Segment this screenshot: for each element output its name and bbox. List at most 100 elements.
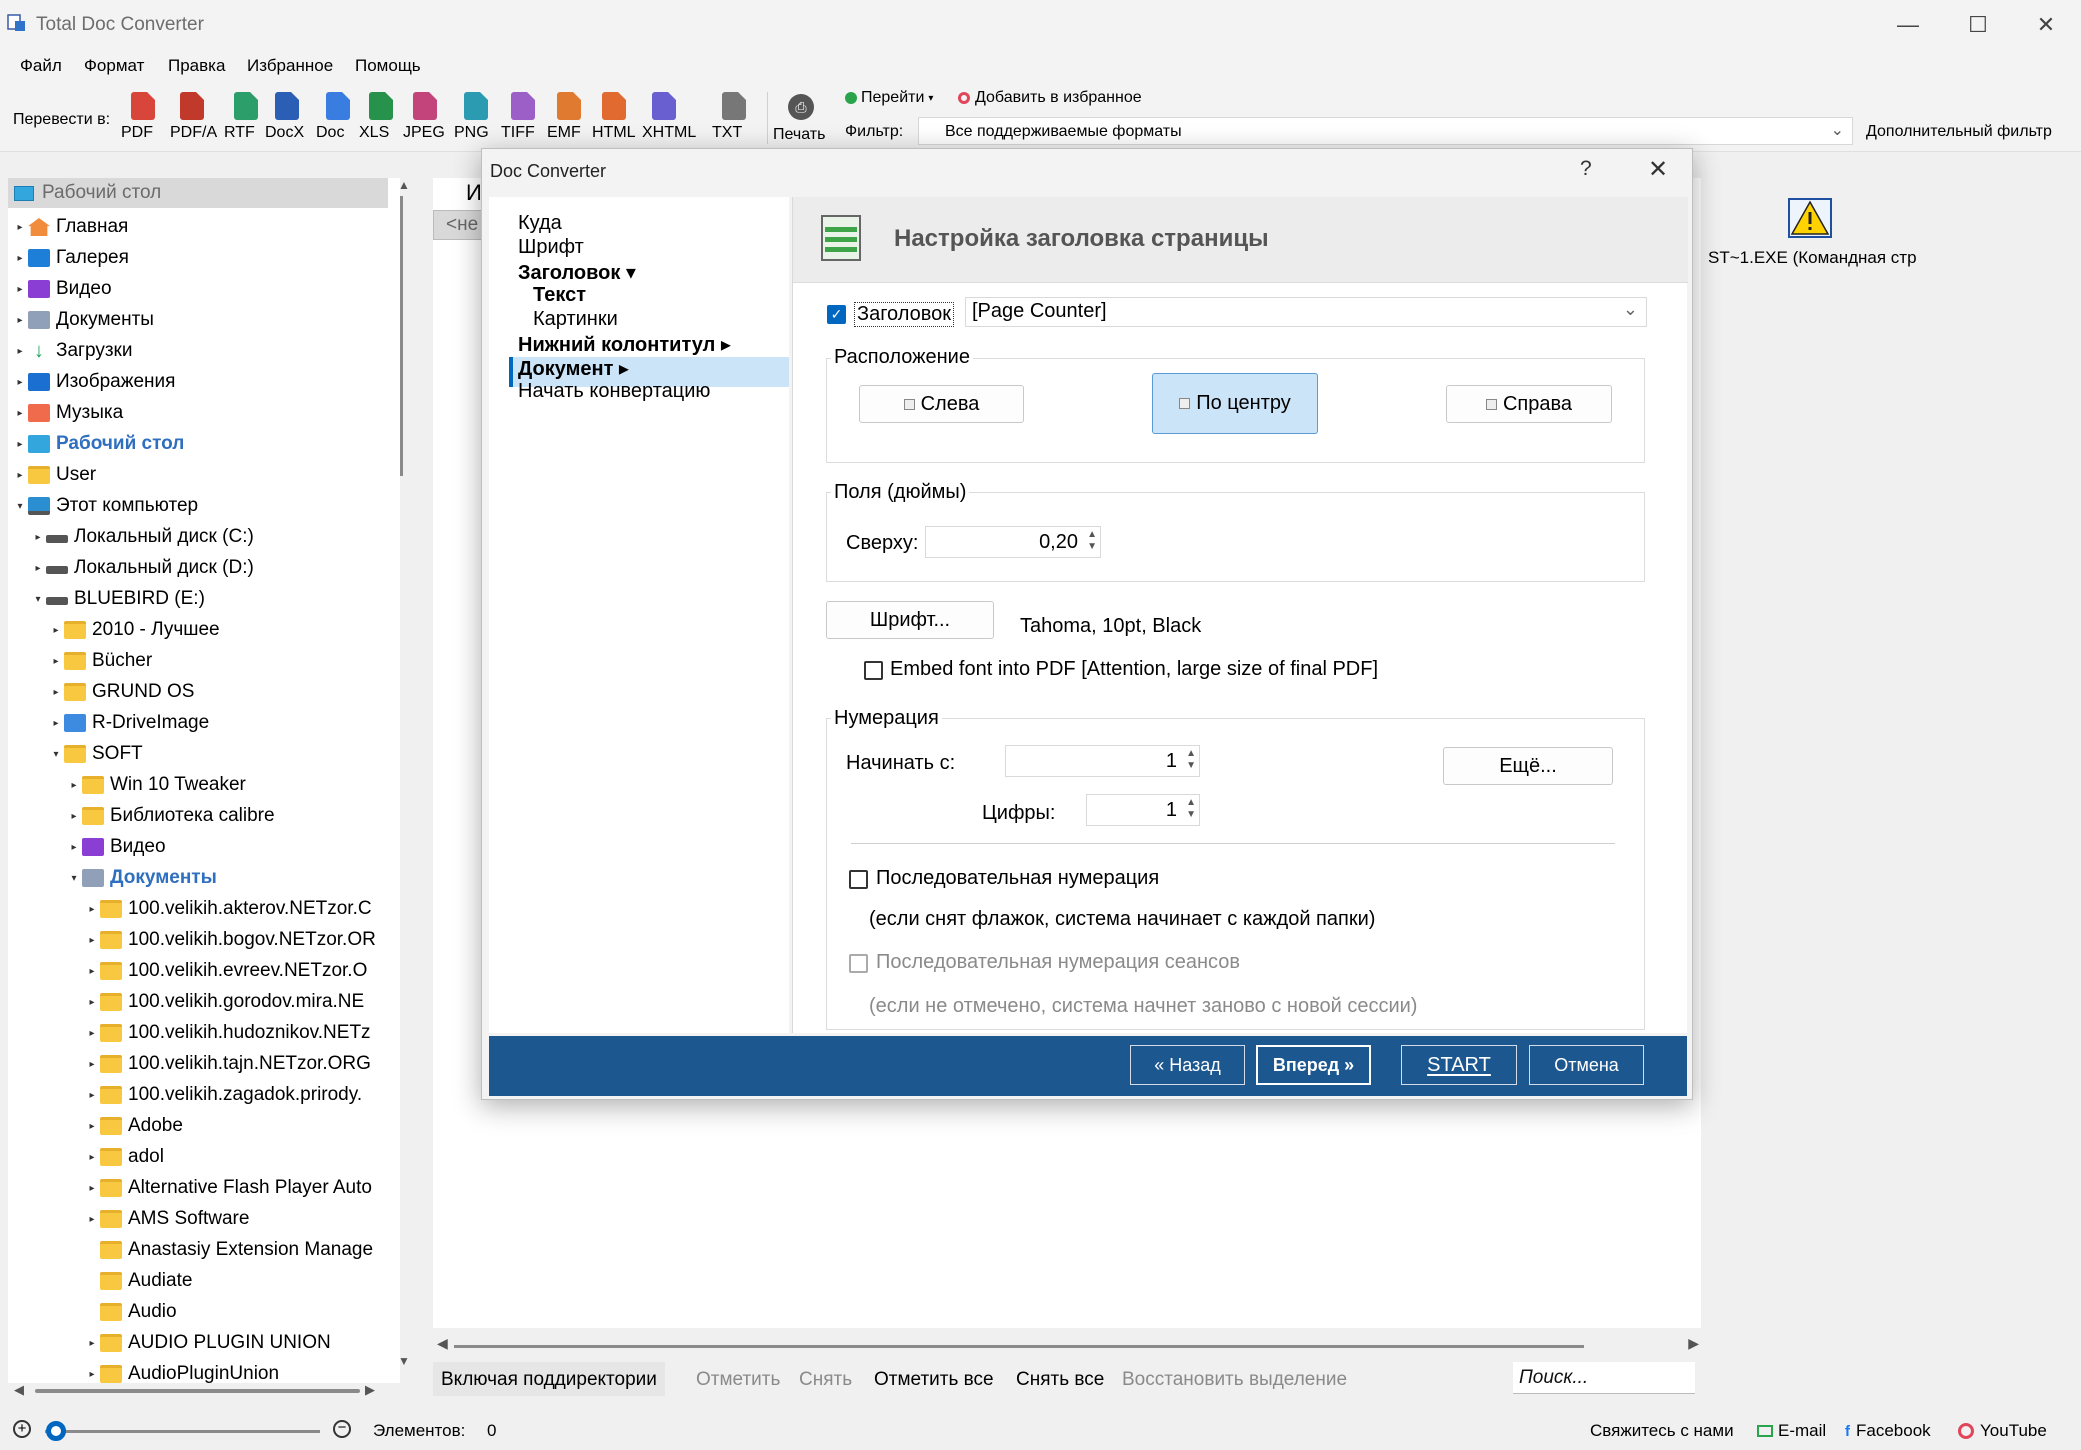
tree-item[interactable]: ▸ Рабочий стол (14, 429, 184, 459)
expand-icon[interactable]: ▸ (14, 222, 26, 233)
column-header[interactable]: И (466, 180, 482, 206)
extra-filter-button[interactable]: Дополнительный фильтр (1866, 123, 2052, 141)
nav-header[interactable]: Заголовок ▾ (518, 260, 636, 285)
tree-item[interactable]: ▸ adol (86, 1142, 163, 1172)
collapse-icon[interactable]: ▾ (68, 873, 80, 884)
expand-icon[interactable]: ▸ (14, 377, 26, 388)
zoom-in-icon[interactable]: + (13, 1420, 31, 1438)
scroll-up-icon[interactable]: ▲ (398, 178, 410, 192)
collapse-icon[interactable]: ▾ (14, 501, 26, 512)
tree-item[interactable]: ▸ 100.velikih.evreev.NETzor.O (86, 956, 367, 986)
expand-icon[interactable]: ▸ (86, 997, 98, 1008)
expand-icon[interactable]: ▸ (86, 966, 98, 977)
dialog-close-button[interactable]: ✕ (1648, 155, 1668, 184)
help-button[interactable]: ? (1580, 157, 1592, 181)
collapse-icon[interactable]: ▾ (32, 594, 44, 605)
expand-icon[interactable]: ▸ (68, 780, 80, 791)
collapse-icon[interactable]: ▾ (50, 749, 62, 760)
mark-all-button[interactable]: Отметить все (866, 1362, 1002, 1396)
tree-item[interactable]: ▾ Документы (68, 863, 216, 893)
search-input[interactable]: Поиск... (1513, 1362, 1695, 1394)
expand-icon[interactable]: ▸ (50, 687, 62, 698)
stepper-arrows-icon[interactable]: ▲ ▼ (1186, 797, 1196, 821)
scroll-thumb[interactable] (454, 1345, 1584, 1348)
facebook-link[interactable]: f Facebook (1845, 1421, 1931, 1441)
tree-item[interactable]: ▸ AMS Software (86, 1204, 249, 1234)
zoom-slider-knob[interactable] (46, 1421, 66, 1441)
font-button[interactable]: Шрифт... (826, 601, 994, 639)
expand-icon[interactable]: ▸ (86, 1028, 98, 1039)
align-center-button[interactable]: По центру (1152, 373, 1318, 434)
expand-icon[interactable]: ▸ (86, 1369, 98, 1380)
convert-html-button[interactable]: HTML (592, 92, 636, 141)
tree-item[interactable]: ▸ AUDIO PLUGIN UNION (86, 1328, 330, 1358)
tree-item[interactable]: ▸ Win 10 Tweaker (68, 770, 245, 800)
unmark-button[interactable]: Снять (791, 1362, 860, 1396)
expand-icon[interactable]: ▸ (50, 625, 62, 636)
nav-header-text[interactable]: Текст (533, 284, 586, 307)
mark-button[interactable]: Отметить (688, 1362, 788, 1396)
convert-docx-button[interactable]: DocX (265, 92, 309, 141)
restore-selection-button[interactable]: Восстановить выделение (1114, 1362, 1355, 1396)
stepper-arrows-icon[interactable]: ▲ ▼ (1087, 529, 1097, 553)
menu-favorites[interactable]: Избранное (247, 56, 333, 76)
menu-format[interactable]: Формат (84, 56, 144, 76)
more-button[interactable]: Ещё... (1443, 747, 1613, 785)
expand-icon[interactable]: ▸ (86, 904, 98, 915)
start-from-stepper[interactable]: 1 ▲ ▼ (1005, 745, 1200, 777)
tree-item[interactable]: ▸ Галерея (14, 243, 128, 273)
tree-item[interactable]: Audiate (86, 1266, 192, 1296)
close-window-button[interactable]: ✕ (2011, 0, 2081, 50)
convert-pdf-a-button[interactable]: PDF/A (170, 92, 217, 141)
convert-png-button[interactable]: PNG (454, 92, 498, 141)
start-button[interactable]: START (1401, 1045, 1517, 1085)
tree-item[interactable]: ▸ ↓ Загрузки (14, 336, 132, 366)
tree-item[interactable]: ▸ 100.velikih.bogov.NETzor.OR (86, 925, 375, 955)
convert-doc-button[interactable]: Doc (316, 92, 360, 141)
scroll-thumb[interactable] (400, 196, 403, 476)
header-checkbox-label[interactable]: Заголовок (854, 302, 955, 327)
align-left-button[interactable]: Слева (859, 385, 1024, 423)
tree-horizontal-scrollbar[interactable]: ◀ ▶ (8, 1380, 400, 1404)
tree-item[interactable]: ▸ Локальный диск (C:) (32, 522, 253, 552)
cancel-button[interactable]: Отмена (1529, 1045, 1644, 1085)
convert-jpeg-button[interactable]: JPEG (403, 92, 447, 141)
maximize-button[interactable]: ☐ (1943, 0, 2013, 50)
tree-item[interactable]: ▸ 100.velikih.zagadok.prirody. (86, 1080, 362, 1110)
expand-icon[interactable]: ▸ (50, 656, 62, 667)
stepper-arrows-icon[interactable]: ▲ ▼ (1186, 748, 1196, 772)
tree-vertical-scrollbar[interactable]: ▲ ▼ (398, 178, 410, 1381)
expand-icon[interactable]: ▸ (86, 1121, 98, 1132)
tree-item[interactable]: ▸ Локальный диск (D:) (32, 553, 253, 583)
tree-item[interactable]: ▸ GRUND OS (50, 677, 194, 707)
back-button[interactable]: « Назад (1130, 1045, 1245, 1085)
sequential-numbering-checkbox[interactable] (849, 870, 868, 889)
expand-icon[interactable]: ▸ (14, 408, 26, 419)
tree-item[interactable]: ▸ Bücher (50, 646, 152, 676)
add-favorites-button[interactable]: Добавить в избранное (958, 89, 1142, 107)
expand-icon[interactable]: ▸ (14, 346, 26, 357)
expand-icon[interactable]: ▸ (14, 253, 26, 264)
convert-emf-button[interactable]: EMF (547, 92, 591, 141)
align-right-button[interactable]: Справа (1446, 385, 1612, 423)
tree-item[interactable]: ▸ Видео (68, 832, 165, 862)
expand-icon[interactable]: ▸ (86, 1183, 98, 1194)
folder-tree[interactable]: Рабочий стол ▸ Главная ▸ Галерея ▸ Видео ▸ Доку… (8, 178, 400, 1383)
digits-stepper[interactable]: 1 ▲ ▼ (1086, 794, 1200, 826)
expand-icon[interactable]: ▸ (86, 1152, 98, 1163)
tree-item[interactable]: ▸ Видео (14, 274, 111, 304)
expand-icon[interactable]: ▸ (86, 935, 98, 946)
expand-icon[interactable]: ▸ (32, 532, 44, 543)
tree-item[interactable]: ▸ 100.velikih.tajn.NETzor.ORG (86, 1049, 370, 1079)
email-link[interactable]: E-mail (1757, 1421, 1826, 1441)
next-button[interactable]: Вперед » (1256, 1045, 1371, 1085)
filter-select[interactable]: Все поддерживаемые форматы ⌄ (918, 117, 1853, 145)
convert-rtf-button[interactable]: RTF (224, 92, 268, 141)
convert-xls-button[interactable]: XLS (359, 92, 403, 141)
expand-icon[interactable]: ▸ (14, 470, 26, 481)
tree-item[interactable]: ▸ Alternative Flash Player Auto (86, 1173, 371, 1203)
tree-root[interactable]: Рабочий стол (8, 178, 388, 208)
expand-icon[interactable]: ▸ (86, 1214, 98, 1225)
tree-item[interactable]: Audio (86, 1297, 177, 1327)
expand-icon[interactable]: ▸ (86, 1090, 98, 1101)
